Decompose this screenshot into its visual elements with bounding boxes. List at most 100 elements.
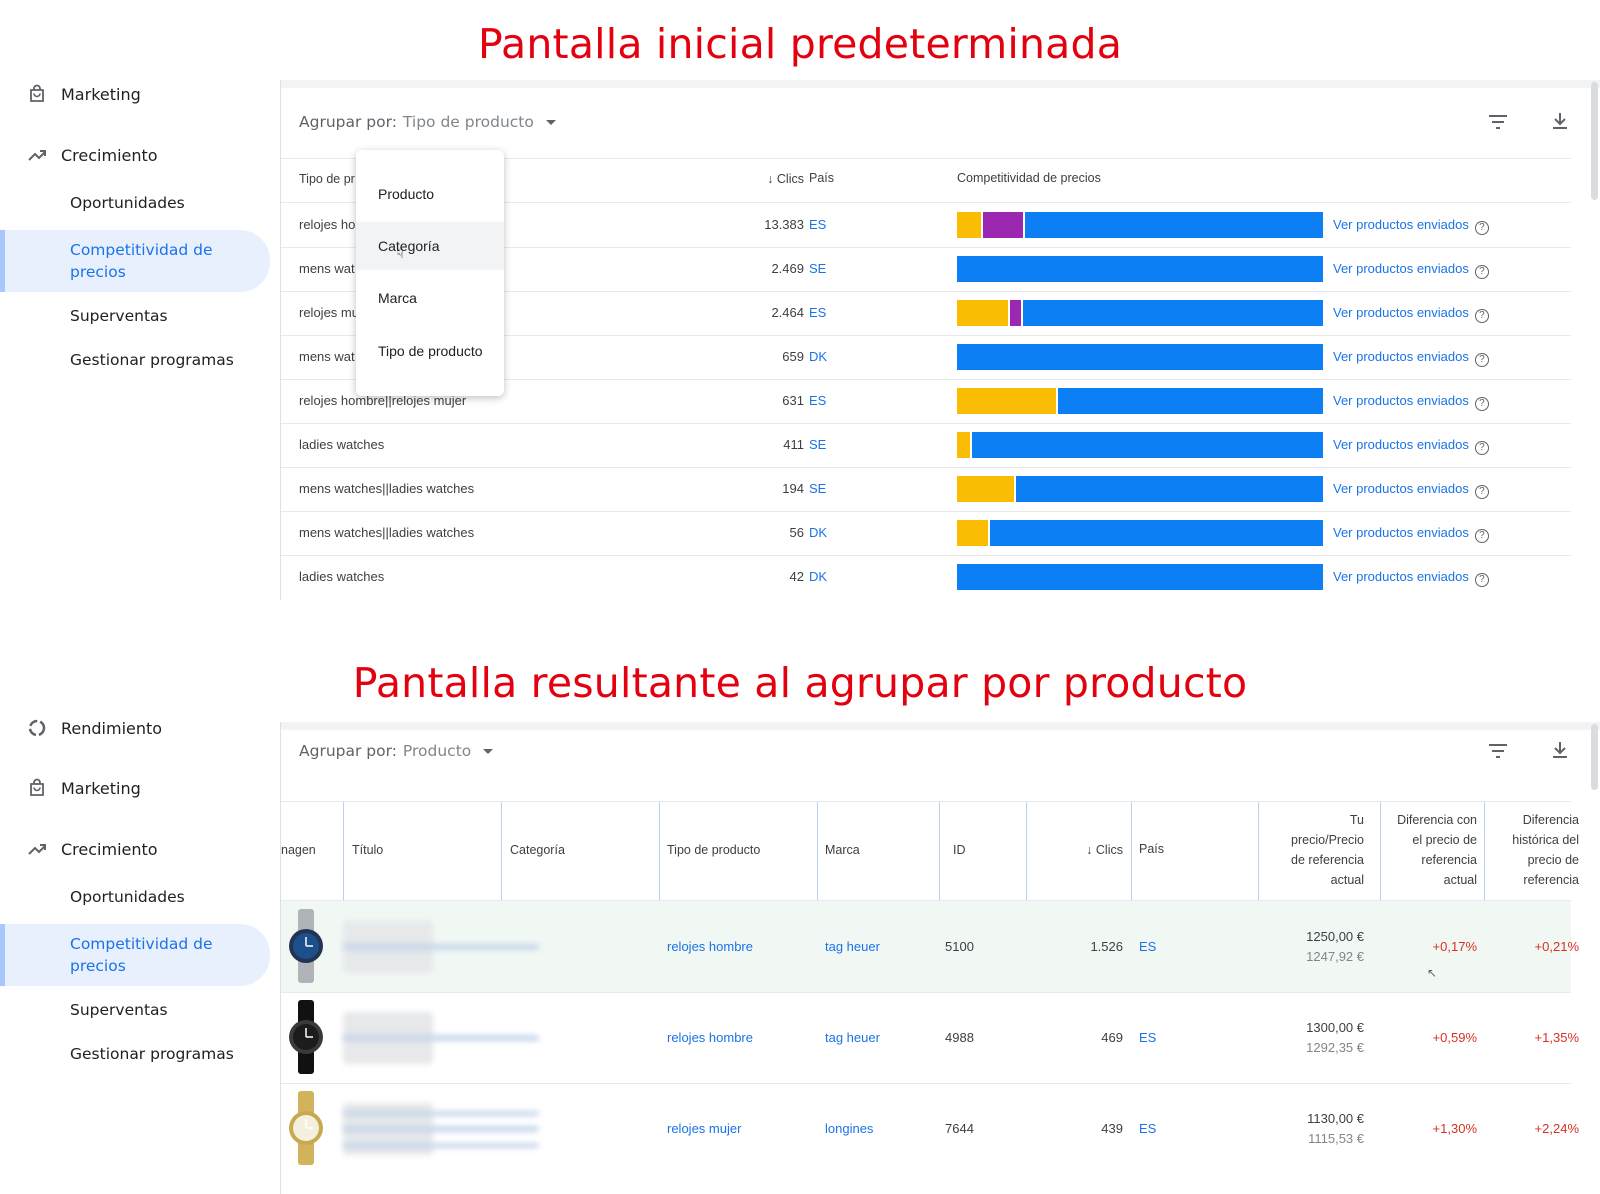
ver-productos-enviados[interactable]: Ver productos enviados? [1333,349,1489,367]
cell-marca[interactable]: tag heuer [825,1030,880,1045]
cell-pais-link[interactable]: ES [809,305,826,320]
column-header-diferencia[interactable]: Diferencia con el precio de referencia a… [1386,810,1477,890]
filter-icon[interactable] [1486,110,1510,134]
cell-pais[interactable]: ES [1139,1121,1156,1136]
column-header-tipo-producto[interactable]: Tipo de producto [667,840,760,860]
ver-productos-enviados-link[interactable]: Ver productos enviados [1333,217,1469,232]
cell-tipo-producto[interactable]: relojes hombre [667,1030,753,1045]
help-icon[interactable]: ? [1474,353,1489,367]
cell-clics: 13.383 [764,217,804,232]
dropdown-option-categoria[interactable]: Categoría [356,222,504,270]
nav-crecimiento-label: Crecimiento [61,839,158,859]
cell-pais-link[interactable]: SE [809,437,826,452]
sidebar-item-oportunidades[interactable]: Oportunidades [0,194,270,216]
column-header-pais[interactable]: País [809,171,834,185]
column-header-id[interactable]: ID [953,840,966,860]
sidebar-item-superventas[interactable]: Superventas [0,307,270,329]
column-header-categoria[interactable]: Categoría [510,840,565,860]
cell-pais-link[interactable]: DK [809,349,827,364]
help-icon[interactable]: ? [1474,485,1489,499]
ver-productos-enviados[interactable]: Ver productos enviados? [1333,217,1489,235]
column-header-line: Tu [1349,813,1364,827]
nav-crecimiento[interactable]: Crecimiento [0,827,270,871]
table-row[interactable]: relojes mujer longines 7644 439 ES 1130,… [281,1083,1579,1174]
help-icon[interactable]: ? [1474,221,1489,235]
cell-tipo-producto[interactable]: relojes hombre [667,939,753,954]
group-by-dropdown-menu: Producto Categoría Marca Tipo de product… [356,150,504,396]
ver-productos-enviados[interactable]: Ver productos enviados? [1333,261,1489,279]
column-separator [1026,802,1027,900]
sidebar-item-gestionar-programas[interactable]: Gestionar programas [0,351,270,373]
column-header-line: de referencia [1291,853,1364,867]
ver-productos-enviados-link[interactable]: Ver productos enviados [1333,437,1469,452]
ver-productos-enviados[interactable]: Ver productos enviados? [1333,481,1489,499]
help-icon[interactable]: ? [1474,309,1489,323]
column-header-clics[interactable]: ↓ Clics [1041,840,1123,860]
ver-productos-enviados-link[interactable]: Ver productos enviados [1333,481,1469,496]
ver-productos-enviados[interactable]: Ver productos enviados? [1333,393,1489,411]
nav-rendimiento[interactable]: Rendimiento [0,706,270,750]
column-header-precio[interactable]: Tu precio/Precio de referencia actual [1266,810,1364,890]
ver-productos-enviados-link[interactable]: Ver productos enviados [1333,393,1469,408]
cell-pais[interactable]: ES [1139,939,1156,954]
sidebar-item-superventas[interactable]: Superventas [0,1001,270,1023]
column-header-pais[interactable]: País [1139,839,1164,859]
download-icon[interactable] [1548,109,1572,133]
ver-productos-enviados[interactable]: Ver productos enviados? [1333,569,1489,587]
sidebar-item-gestionar-programas[interactable]: Gestionar programas [0,1045,270,1067]
dropdown-option-producto[interactable]: Producto [356,170,504,218]
sidebar-item-oportunidades[interactable]: Oportunidades [0,888,270,910]
cell-pais-link[interactable]: ES [809,393,826,408]
cell-pais-link[interactable]: DK [809,525,827,540]
help-icon[interactable]: ? [1474,573,1489,587]
ver-productos-enviados[interactable]: Ver productos enviados? [1333,525,1489,543]
scrollbar[interactable] [1591,82,1598,200]
column-header-clics[interactable]: ↓ Clics [744,172,804,186]
sidebar-item-competitividad[interactable]: Competitividad de precios [0,230,270,292]
bar-segment-blue [957,256,1323,282]
column-header-historica[interactable]: Diferencia histórica del precio de refer… [1489,810,1579,890]
ver-productos-enviados[interactable]: Ver productos enviados? [1333,437,1489,455]
help-icon[interactable]: ? [1474,397,1489,411]
nav-marketing[interactable]: Marketing [0,72,270,116]
column-header-imagen[interactable]: nagen [281,840,316,860]
scrollbar[interactable] [1591,724,1598,790]
ver-productos-enviados-link[interactable]: Ver productos enviados [1333,305,1469,320]
nav-crecimiento[interactable]: Crecimiento [0,133,270,177]
ver-productos-enviados-link[interactable]: Ver productos enviados [1333,261,1469,276]
price-competitiveness-bar [957,344,1323,370]
help-icon[interactable]: ? [1474,441,1489,455]
cell-pais-link[interactable]: DK [809,569,827,584]
dropdown-option-marca[interactable]: Marca [356,274,504,322]
column-header-titulo[interactable]: Título [352,840,383,860]
cell-pais-link[interactable]: SE [809,481,826,496]
ver-productos-enviados[interactable]: Ver productos enviados? [1333,305,1489,323]
table-row[interactable]: relojes hombre tag heuer 5100 1.526 ES 1… [281,901,1579,992]
dropdown-option-tipo-producto[interactable]: Tipo de producto [356,327,504,375]
column-header-tipo[interactable]: Tipo de pr [299,172,355,186]
sidebar-item-competitividad[interactable]: Competitividad de precios [0,924,270,986]
group-by-selector[interactable]: Agrupar por: Tipo de producto [299,113,556,131]
ver-productos-enviados-link[interactable]: Ver productos enviados [1333,349,1469,364]
column-header-competitividad[interactable]: Competitividad de precios [957,171,1101,185]
nav-marketing-label: Marketing [61,84,141,104]
cell-marca[interactable]: longines [825,1121,873,1136]
group-by-selector[interactable]: Agrupar por: Producto [299,742,494,760]
table-row[interactable]: relojes hombre tag heuer 4988 469 ES 130… [281,992,1579,1083]
cell-pais-link[interactable]: ES [809,217,826,232]
cell-clics: 439 [1101,1120,1123,1136]
cell-pais-link[interactable]: SE [809,261,826,276]
help-icon[interactable]: ? [1474,529,1489,543]
filter-icon[interactable] [1486,739,1510,763]
bar-segment-blue [971,432,1323,458]
ver-productos-enviados-link[interactable]: Ver productos enviados [1333,569,1469,584]
sidebar-item-label: Gestionar programas [70,1045,234,1063]
cell-marca[interactable]: tag heuer [825,939,880,954]
nav-marketing[interactable]: Marketing [0,766,270,810]
ver-productos-enviados-link[interactable]: Ver productos enviados [1333,525,1469,540]
column-header-marca[interactable]: Marca [825,840,860,860]
help-icon[interactable]: ? [1474,265,1489,279]
cell-pais[interactable]: ES [1139,1030,1156,1045]
download-icon[interactable] [1548,738,1572,762]
cell-tipo-producto[interactable]: relojes mujer [667,1121,741,1136]
